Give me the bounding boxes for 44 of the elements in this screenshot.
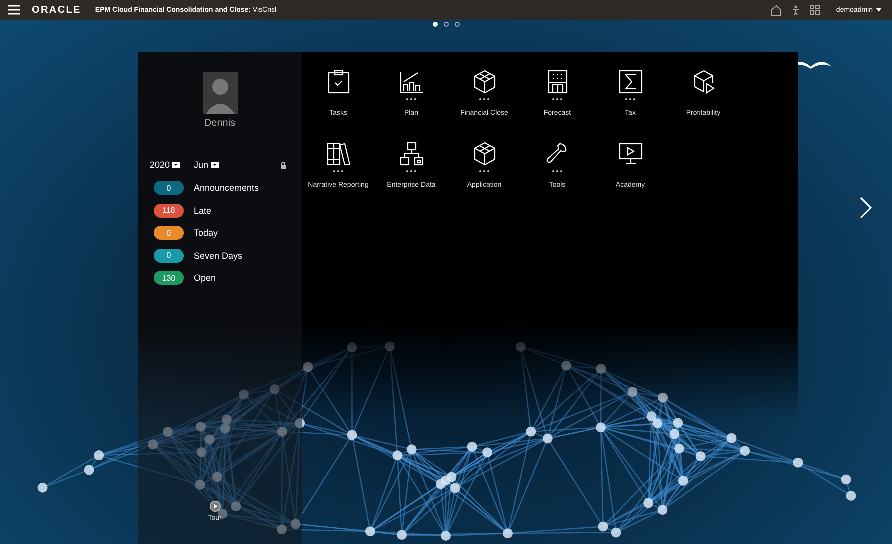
- home-icon[interactable]: [771, 4, 782, 16]
- status-label[interactable]: Today: [194, 228, 218, 238]
- more-icon[interactable]: [625, 98, 636, 101]
- more-icon[interactable]: [479, 98, 490, 101]
- lock-icon[interactable]: [281, 162, 286, 168]
- status-label[interactable]: Open: [194, 273, 216, 283]
- status-label[interactable]: Late: [194, 206, 212, 216]
- cubeplay-icon: [692, 70, 716, 94]
- caret-icon: [172, 162, 180, 168]
- cube-icon: [472, 70, 496, 94]
- hierarchy-icon: [400, 142, 424, 166]
- play-icon[interactable]: [210, 501, 220, 512]
- menu-icon[interactable]: [8, 5, 20, 15]
- chart-icon: [400, 70, 424, 94]
- grid-icon[interactable]: [810, 5, 820, 15]
- count-badge[interactable]: 130: [154, 271, 184, 285]
- profile-photo-placeholder: [202, 72, 238, 114]
- status-label[interactable]: Seven Days: [194, 250, 243, 260]
- building-icon: [546, 70, 570, 94]
- books-icon: [326, 142, 350, 166]
- caret-icon: [876, 8, 882, 12]
- page-dot[interactable]: [454, 22, 460, 27]
- sigma-icon: [618, 70, 642, 94]
- more-icon[interactable]: [479, 170, 490, 173]
- wrench-icon: [546, 142, 570, 166]
- more-icon[interactable]: [552, 98, 563, 101]
- cube-icon: [472, 142, 496, 166]
- oracle-logo: ORACLE: [32, 4, 82, 16]
- count-badge[interactable]: 0: [154, 181, 184, 195]
- count-badge[interactable]: 118: [154, 204, 184, 218]
- status-label[interactable]: Announcements: [194, 183, 260, 193]
- user-name: Dennis: [204, 118, 236, 129]
- month-dropdown[interactable]: Jun: [194, 160, 219, 170]
- caret-icon: [210, 162, 219, 168]
- more-icon[interactable]: [333, 170, 344, 173]
- person-icon[interactable]: [792, 4, 800, 16]
- year-dropdown[interactable]: 2020: [150, 160, 180, 170]
- more-icon[interactable]: [552, 170, 563, 173]
- page-dot[interactable]: [444, 22, 448, 27]
- more-icon[interactable]: [406, 98, 417, 101]
- monitor-icon: [618, 142, 642, 166]
- clipboard-icon: [326, 70, 350, 94]
- more-icon[interactable]: [406, 170, 417, 173]
- chevron-right-icon[interactable]: [860, 197, 872, 219]
